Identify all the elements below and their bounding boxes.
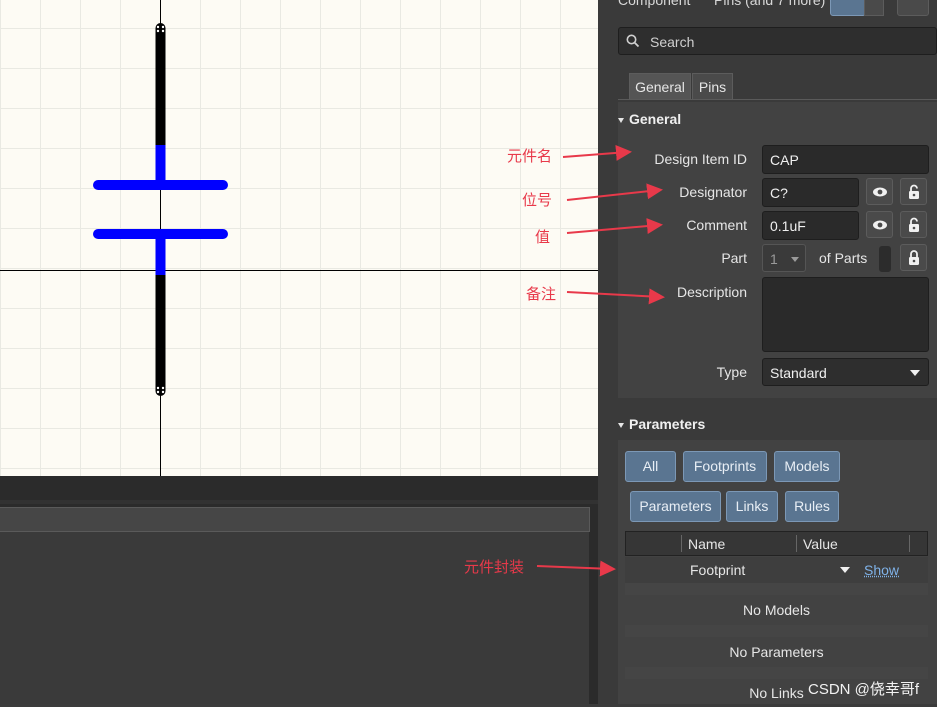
part-lock-button[interactable] xyxy=(900,244,927,271)
type-label: Type xyxy=(716,364,747,380)
table-row[interactable]: Footprint Show xyxy=(625,557,928,583)
lock-icon xyxy=(908,217,919,232)
column-divider xyxy=(909,535,910,552)
design-item-id-input[interactable]: CAP xyxy=(762,145,929,174)
parts-count-field xyxy=(879,246,891,272)
show-link[interactable]: Show xyxy=(864,562,899,578)
row-separator xyxy=(625,625,928,637)
comment-label: Comment xyxy=(686,217,747,233)
annotation-description: 备注 xyxy=(526,286,557,303)
part-select[interactable]: 1 xyxy=(762,244,806,272)
annotation-designator: 位号 xyxy=(522,192,553,209)
annotation-footprint: 元件封装 xyxy=(464,559,525,576)
type-select[interactable]: Standard xyxy=(762,358,929,386)
column-value-header[interactable]: Value xyxy=(803,536,838,552)
lock-icon xyxy=(908,249,919,265)
filter-models-button[interactable]: Models xyxy=(774,451,840,482)
filter-rules-button[interactable]: Rules xyxy=(785,491,839,522)
capacitor-symbol[interactable] xyxy=(0,0,598,476)
panel-header-filter-label[interactable]: Pins (and 7 more) xyxy=(714,0,825,8)
general-section-title: General xyxy=(629,111,682,127)
column-divider xyxy=(681,535,682,552)
eye-icon xyxy=(872,187,887,196)
select-mask-button[interactable] xyxy=(897,0,929,16)
search-placeholder: Search xyxy=(650,34,695,50)
filter-parameters-button[interactable]: Parameters xyxy=(630,491,721,522)
search-icon xyxy=(626,34,640,48)
comment-input[interactable]: 0.1uF xyxy=(762,211,859,240)
of-parts-label: of Parts xyxy=(819,250,868,266)
panel-header-component-label: Component xyxy=(618,0,691,8)
eye-icon xyxy=(872,220,887,229)
no-parameters-message: No Parameters xyxy=(729,644,824,660)
designator-lock-button[interactable] xyxy=(900,178,927,205)
collapse-triangle-icon xyxy=(618,422,624,428)
row-separator xyxy=(625,583,928,595)
column-divider xyxy=(796,535,797,552)
part-select-value: 1 xyxy=(770,251,778,267)
designator-input[interactable]: C? xyxy=(762,178,859,207)
description-textarea[interactable] xyxy=(762,277,929,352)
lock-icon xyxy=(908,184,919,199)
general-section-header[interactable]: General xyxy=(618,111,681,127)
bottom-panel-strip xyxy=(0,500,598,504)
tab-divider xyxy=(618,99,937,100)
tab-general[interactable]: General xyxy=(629,73,691,100)
bottom-panel-header[interactable] xyxy=(0,507,590,532)
annotation-component-name: 元件名 xyxy=(507,148,553,165)
search-input[interactable]: Search xyxy=(618,27,937,55)
tab-pins[interactable]: Pins xyxy=(692,73,733,100)
part-label: Part xyxy=(721,250,747,266)
chevron-down-icon xyxy=(791,257,799,262)
comment-visibility-button[interactable] xyxy=(866,211,893,238)
designator-visibility-button[interactable] xyxy=(866,178,893,205)
filter-dropdown-button[interactable] xyxy=(864,0,884,16)
filter-toggle-button[interactable] xyxy=(830,0,866,16)
parameters-table-header: Name Value xyxy=(625,531,928,556)
filter-all-button[interactable]: All xyxy=(625,451,676,482)
type-select-value: Standard xyxy=(770,365,827,381)
collapse-triangle-icon xyxy=(618,117,624,123)
column-name-header[interactable]: Name xyxy=(688,536,725,552)
schematic-canvas[interactable] xyxy=(0,0,598,476)
no-models-message: No Models xyxy=(743,602,810,618)
parameters-section-header[interactable]: Parameters xyxy=(618,416,705,432)
filter-footprints-button[interactable]: Footprints xyxy=(683,451,767,482)
designator-label: Designator xyxy=(679,184,747,200)
watermark: CSDN @侥幸哥f xyxy=(808,681,920,698)
comment-lock-button[interactable] xyxy=(900,211,927,238)
description-label: Description xyxy=(676,284,747,300)
annotation-value: 值 xyxy=(535,229,551,246)
footprint-row-name: Footprint xyxy=(690,562,746,578)
design-item-id-label: Design Item ID xyxy=(654,151,747,167)
parameters-section-title: Parameters xyxy=(629,416,706,432)
properties-panel: Component Pins (and 7 more) Search Gener… xyxy=(598,0,937,704)
filter-links-button[interactable]: Links xyxy=(726,491,778,522)
chevron-down-icon[interactable] xyxy=(840,567,850,573)
chevron-down-icon xyxy=(910,370,920,376)
